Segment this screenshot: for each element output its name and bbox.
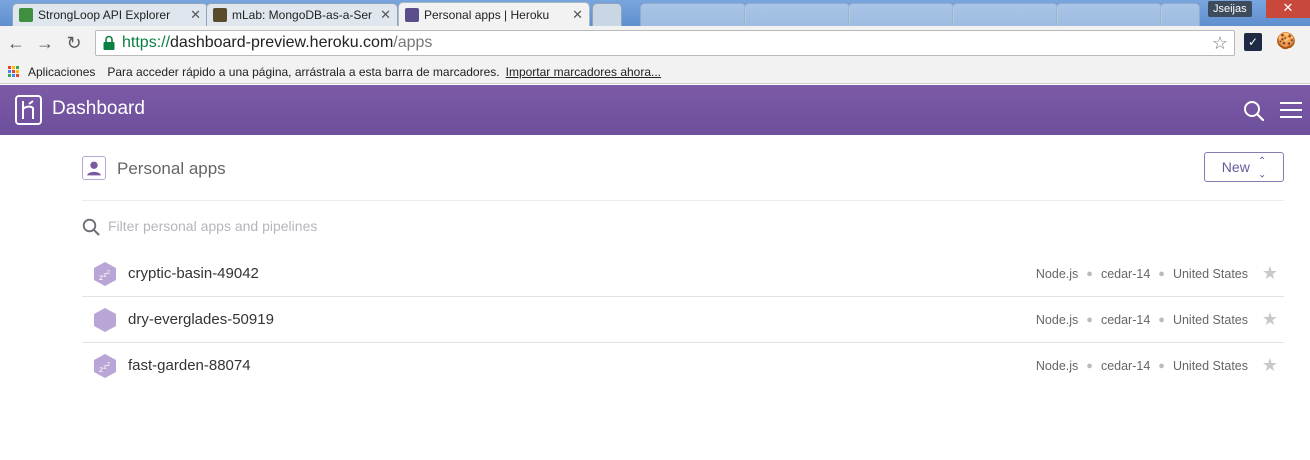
app-language: Node.js: [1035, 313, 1079, 327]
app-meta: Node.js ● cedar-14 ● United States: [1036, 359, 1248, 373]
favorite-star-icon[interactable]: ★: [1262, 309, 1278, 330]
browser-tab-mlab[interactable]: mLab: MongoDB-as-a-Ser ✕: [206, 3, 398, 26]
app-region: United States: [1172, 267, 1248, 281]
dashboard-header: Dashboard: [0, 85, 1310, 135]
app-name-link[interactable]: cryptic-basin-49042: [128, 265, 259, 282]
app-row[interactable]: zzz cryptic-basin-49042 Node.js ● cedar-…: [82, 251, 1284, 297]
url-scheme: https://: [122, 34, 171, 51]
background-tab[interactable]: [640, 3, 746, 26]
tab-title: mLab: MongoDB-as-a-Ser: [232, 8, 373, 22]
heroku-favicon-icon: [405, 7, 419, 22]
window-close-icon[interactable]: ✕: [1266, 0, 1310, 18]
browser-tab-strip: StrongLoop API Explorer ✕ mLab: MongoDB-…: [0, 0, 1310, 26]
separator-dot: ●: [1158, 314, 1165, 326]
apps-grid-icon[interactable]: [8, 65, 20, 78]
background-tab[interactable]: [1160, 3, 1200, 26]
app-meta: Node.js ● cedar-14 ● United States: [1036, 267, 1248, 281]
header-brand[interactable]: Dashboard: [52, 98, 145, 120]
apps-bookmark-label[interactable]: Aplicaciones: [28, 65, 95, 79]
mlab-favicon-icon: [213, 8, 227, 22]
app-language: Node.js: [1035, 359, 1079, 373]
tab-close-icon[interactable]: ✕: [380, 7, 391, 23]
separator-dot: ●: [1158, 360, 1165, 372]
back-arrow-icon[interactable]: ←: [4, 31, 28, 55]
search-icon[interactable]: [1243, 100, 1265, 122]
app-meta: Node.js ● cedar-14 ● United States: [1036, 313, 1248, 327]
bookmarks-bar: Aplicaciones Para acceder rápido a una p…: [0, 60, 1310, 84]
bookmarks-hint: Para acceder rápido a una página, arrást…: [107, 64, 500, 79]
filter-apps-input[interactable]: [108, 214, 708, 238]
app-stack: cedar-14: [1100, 359, 1151, 373]
favorite-star-icon[interactable]: ★: [1262, 263, 1278, 284]
app-region: United States: [1172, 359, 1248, 373]
extension-icon[interactable]: ✓: [1244, 33, 1262, 51]
new-app-button[interactable]: New ⌃ ⌃: [1204, 152, 1284, 182]
background-tab[interactable]: [1056, 3, 1162, 26]
browser-user-badge[interactable]: Jseijas: [1208, 1, 1252, 17]
cookie-extension-icon[interactable]: 🍪: [1276, 32, 1296, 52]
tab-close-icon[interactable]: ✕: [190, 7, 201, 23]
reload-icon[interactable]: ↻: [62, 31, 86, 55]
app-hexagon-icon: [94, 308, 116, 332]
hamburger-menu-icon[interactable]: [1279, 101, 1303, 119]
section-header: Personal apps New ⌃ ⌃: [82, 135, 1284, 201]
browser-tab-heroku[interactable]: Personal apps | Heroku ✕: [398, 2, 590, 26]
forward-arrow-icon[interactable]: →: [33, 31, 57, 55]
tab-close-icon[interactable]: ✕: [572, 7, 583, 23]
strongloop-favicon-icon: [19, 8, 33, 22]
filter-bar: [82, 201, 1284, 251]
new-button-label: New: [1221, 159, 1250, 175]
separator-dot: ●: [1086, 360, 1093, 372]
person-icon: [82, 156, 106, 180]
address-bar[interactable]: https://dashboard-preview.heroku.com/app…: [95, 30, 1235, 56]
search-icon: [82, 218, 100, 236]
heroku-logo-icon[interactable]: [15, 95, 42, 125]
app-stack: cedar-14: [1100, 313, 1151, 327]
sleeping-app-icon: zzz: [94, 262, 116, 286]
import-bookmarks-link[interactable]: Importar marcadores ahora...: [506, 65, 661, 79]
app-name-link[interactable]: dry-everglades-50919: [128, 311, 274, 328]
background-tab[interactable]: [848, 3, 954, 26]
chevron-up-down-icon: ⌃ ⌃: [1257, 156, 1267, 179]
background-tab[interactable]: [952, 3, 1058, 26]
app-name-link[interactable]: fast-garden-88074: [128, 357, 251, 374]
sleeping-app-icon: zzz: [94, 354, 116, 378]
url-host: dashboard-preview.heroku.com: [170, 34, 394, 51]
browser-tab-strongloop[interactable]: StrongLoop API Explorer ✕: [12, 3, 208, 26]
app-region: United States: [1172, 313, 1248, 327]
app-language: Node.js: [1035, 267, 1079, 281]
lock-icon: [103, 35, 115, 50]
new-tab-button[interactable]: [592, 3, 622, 26]
app-row[interactable]: zzz fast-garden-88074 Node.js ● cedar-14…: [82, 343, 1284, 389]
tab-title: Personal apps | Heroku: [424, 7, 550, 22]
app-row[interactable]: dry-everglades-50919 Node.js ● cedar-14 …: [82, 297, 1284, 343]
separator-dot: ●: [1158, 268, 1165, 280]
separator-dot: ●: [1086, 314, 1093, 326]
main-content: Personal apps New ⌃⌃ zzz cryptic-basin-4…: [82, 135, 1284, 389]
url-path: /apps: [393, 34, 433, 51]
tab-title: StrongLoop API Explorer: [38, 8, 171, 22]
background-tab[interactable]: [744, 3, 850, 26]
separator-dot: ●: [1086, 268, 1093, 280]
bookmark-star-icon[interactable]: ☆: [1212, 33, 1228, 54]
favorite-star-icon[interactable]: ★: [1262, 355, 1278, 376]
app-list: zzz cryptic-basin-49042 Node.js ● cedar-…: [82, 251, 1284, 389]
page-title: Personal apps: [117, 159, 226, 178]
app-stack: cedar-14: [1100, 267, 1151, 281]
browser-toolbar: ← → ↻ https://dashboard-preview.heroku.c…: [0, 26, 1310, 60]
